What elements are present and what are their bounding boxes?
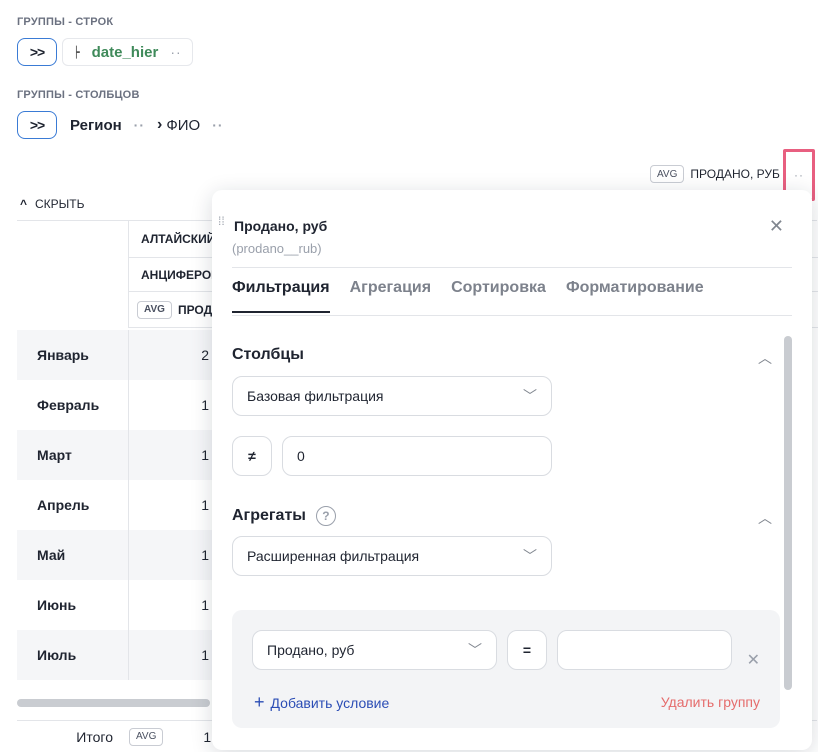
row-label[interactable]: Май — [17, 530, 129, 580]
hide-label: СКРЫТЬ — [35, 197, 85, 211]
measure-header-label: ПРОДАНО, РУБ — [690, 167, 780, 181]
panel-subtitle: (prodano__rub) — [232, 241, 322, 256]
column-groups-list: Регион ·· › ФИО ·· — [70, 116, 236, 134]
row-label[interactable]: Март — [17, 430, 129, 480]
more-icon[interactable]: ·· — [212, 117, 223, 133]
row-groups-label: ГРУППЫ - СТРОК — [17, 16, 114, 28]
more-icon[interactable]: ·· — [170, 44, 181, 60]
row-groups-expand-button[interactable]: >> — [17, 38, 57, 66]
chevron-right-icon: › — [157, 116, 163, 133]
hierarchy-icon: ┝ — [73, 46, 80, 59]
header-person-label: АНЦИФЕРОВ — [141, 267, 220, 282]
row-group-chip-label: date_hier — [91, 43, 159, 61]
header-measure-label: ПРОД — [177, 302, 213, 317]
condition-field-select[interactable]: Продано, руб ﹀ — [252, 630, 497, 670]
close-icon[interactable]: ✕ — [769, 216, 784, 237]
chevron-up-icon: ^ — [20, 197, 28, 211]
add-condition-button[interactable]: + Добавить условие — [254, 692, 389, 713]
row-value: 1 — [129, 630, 213, 680]
table-corner — [17, 220, 129, 328]
row-label[interactable]: Февраль — [17, 380, 129, 430]
row-label[interactable]: Июль — [17, 630, 129, 680]
select-value: Базовая фильтрация — [247, 388, 384, 404]
condition-value-input[interactable] — [557, 630, 732, 670]
more-icon: ·· — [794, 168, 804, 182]
columns-filter-mode-select[interactable]: Базовая фильтрация ﹀ — [232, 376, 552, 416]
agg-badge: AVG — [137, 300, 172, 319]
chevron-down-icon: ﹀ — [523, 388, 537, 404]
header-region-label: АЛТАЙСКИЙ — [141, 231, 216, 246]
help-icon[interactable]: ? — [315, 506, 336, 526]
panel-title: Продано, руб — [234, 218, 328, 234]
divider — [232, 267, 792, 268]
panel-tabs: Фильтрация Агрегация Сортировка Форматир… — [232, 279, 724, 313]
row-value: 1 — [201, 597, 209, 613]
columns-operator-button[interactable]: ≠ — [232, 436, 272, 476]
row-label[interactable]: Апрель — [17, 480, 129, 530]
row-value: 1 — [129, 530, 213, 580]
row-value: 1 — [129, 430, 213, 480]
hide-toggle[interactable]: ^ СКРЫТЬ — [20, 197, 85, 211]
column-groups-expand-button[interactable]: >> — [17, 111, 57, 139]
agg-badge: AVG — [650, 165, 685, 183]
plus-icon: + — [254, 692, 265, 712]
columns-filter-value-input[interactable] — [282, 436, 552, 476]
select-value: Продано, руб — [267, 642, 355, 658]
agg-badge: AVG — [129, 727, 164, 746]
vertical-scrollbar[interactable] — [784, 336, 792, 690]
condition-group: Продано, руб ﹀ = ✕ + Добавить условие Уд… — [232, 610, 780, 728]
row-value: 2 — [129, 330, 213, 380]
tab-filtering[interactable]: Фильтрация — [232, 279, 330, 313]
total-label: Итого — [76, 728, 113, 745]
chevron-down-icon: ﹀ — [523, 548, 537, 564]
delete-group-button[interactable]: Удалить группу — [661, 694, 760, 710]
aggregates-filter-mode-select[interactable]: Расширенная фильтрация ﹀ — [232, 536, 552, 576]
aggregates-title-text: Агрегаты — [232, 507, 306, 524]
columns-section-title: Столбцы — [232, 346, 304, 363]
select-value: Расширенная фильтрация — [247, 548, 420, 564]
add-condition-label: Добавить условие — [270, 694, 390, 711]
condition-operator-button[interactable]: = — [507, 630, 547, 670]
collapse-aggregates-icon[interactable]: ︿ — [758, 508, 772, 528]
collapse-columns-icon[interactable]: ︿ — [758, 348, 772, 368]
column-groups-label: ГРУППЫ - СТОЛБЦОВ — [17, 89, 140, 101]
aggregates-section-title: Агрегаты ? — [232, 506, 336, 526]
row-label[interactable]: Январь — [17, 330, 129, 380]
measure-settings-panel: ⁞⁞ Продано, руб (prodano__rub) ✕ Фильтра… — [212, 190, 812, 750]
drag-handle-icon[interactable]: ⁞⁞ — [218, 215, 225, 227]
row-value: 1 — [201, 397, 209, 413]
divider — [232, 315, 792, 316]
measure-header: AVG ПРОДАНО, РУБ — [650, 165, 780, 183]
row-value: 1 — [201, 497, 209, 513]
tab-sorting[interactable]: Сортировка — [451, 279, 546, 313]
column-group-region[interactable]: Регион — [70, 117, 122, 134]
row-label[interactable]: Июнь — [17, 580, 129, 630]
remove-condition-icon[interactable]: ✕ — [747, 650, 760, 670]
tab-formatting[interactable]: Форматирование — [566, 279, 704, 313]
more-icon[interactable]: ·· — [134, 117, 145, 133]
column-group-fio[interactable]: ФИО — [166, 117, 200, 134]
total-value: 1 — [203, 728, 212, 745]
horizontal-scrollbar[interactable] — [17, 699, 210, 707]
tab-aggregation[interactable]: Агрегация — [350, 279, 431, 313]
row-group-chip[interactable]: ┝ date_hier ·· — [62, 38, 193, 66]
chevron-down-icon: ﹀ — [468, 642, 482, 658]
